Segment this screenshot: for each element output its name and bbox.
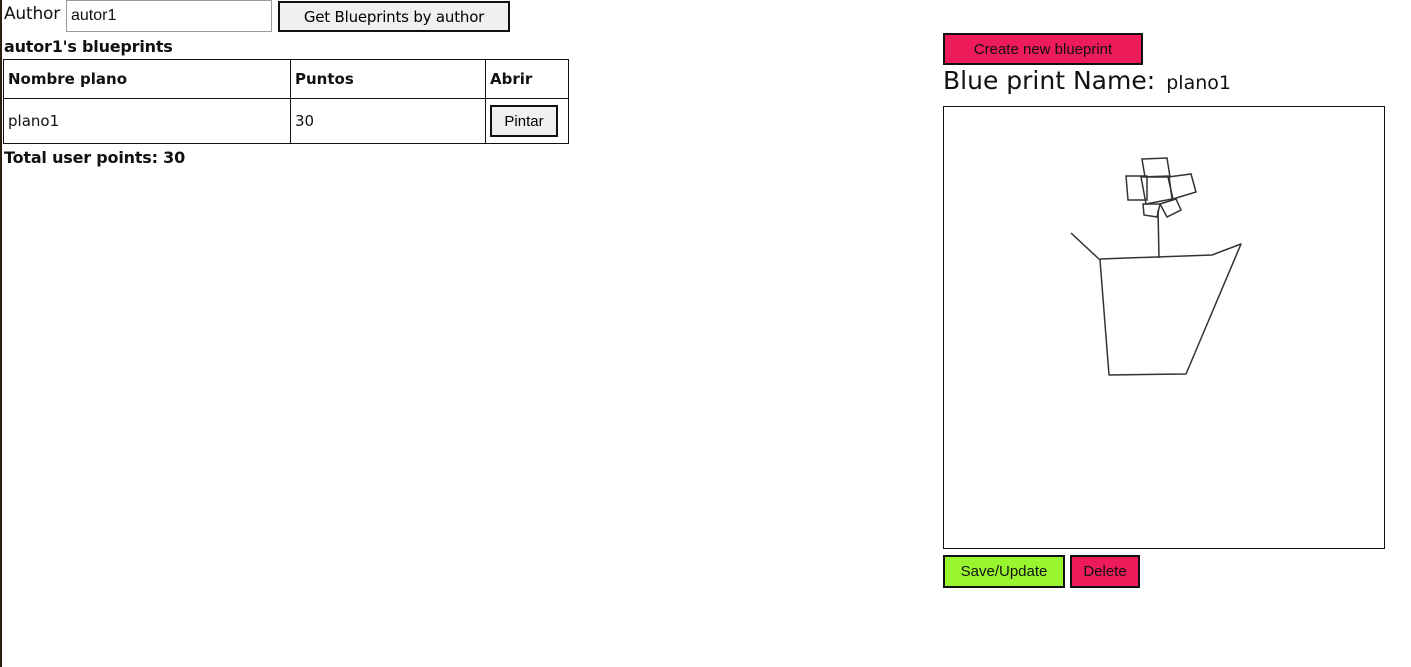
save-update-button[interactable]: Save/Update <box>943 555 1065 588</box>
get-blueprints-button[interactable]: Get Blueprints by author <box>278 1 510 32</box>
column-header-points: Puntos <box>290 59 486 99</box>
create-blueprint-button[interactable]: Create new blueprint <box>943 33 1143 65</box>
author-input[interactable] <box>66 0 272 32</box>
blueprints-list-title: autor1's blueprints <box>4 37 173 56</box>
table-row: plano1 30 Pintar <box>3 98 569 144</box>
delete-button[interactable]: Delete <box>1070 555 1140 588</box>
column-header-open: Abrir <box>485 59 569 99</box>
cell-blueprint-points: 30 <box>290 98 486 144</box>
total-user-points: Total user points: 30 <box>4 148 186 167</box>
blueprints-table: Nombre plano Puntos Abrir plano1 30 Pint… <box>3 59 569 144</box>
column-header-name: Nombre plano <box>3 59 291 99</box>
table-header-row: Nombre plano Puntos Abrir <box>3 59 569 99</box>
blueprint-drawing <box>1070 157 1242 376</box>
paint-button[interactable]: Pintar <box>490 105 558 137</box>
blueprint-name-value: plano1 <box>1166 72 1231 94</box>
author-label: Author <box>4 4 61 24</box>
blueprint-name-row: Blue print Name: plano1 <box>943 66 1231 95</box>
cell-open: Pintar <box>485 98 569 144</box>
blueprint-canvas[interactable] <box>943 106 1385 549</box>
window-left-edge <box>0 0 2 667</box>
cell-blueprint-name: plano1 <box>3 98 291 144</box>
blueprint-name-label: Blue print Name: <box>943 66 1156 95</box>
